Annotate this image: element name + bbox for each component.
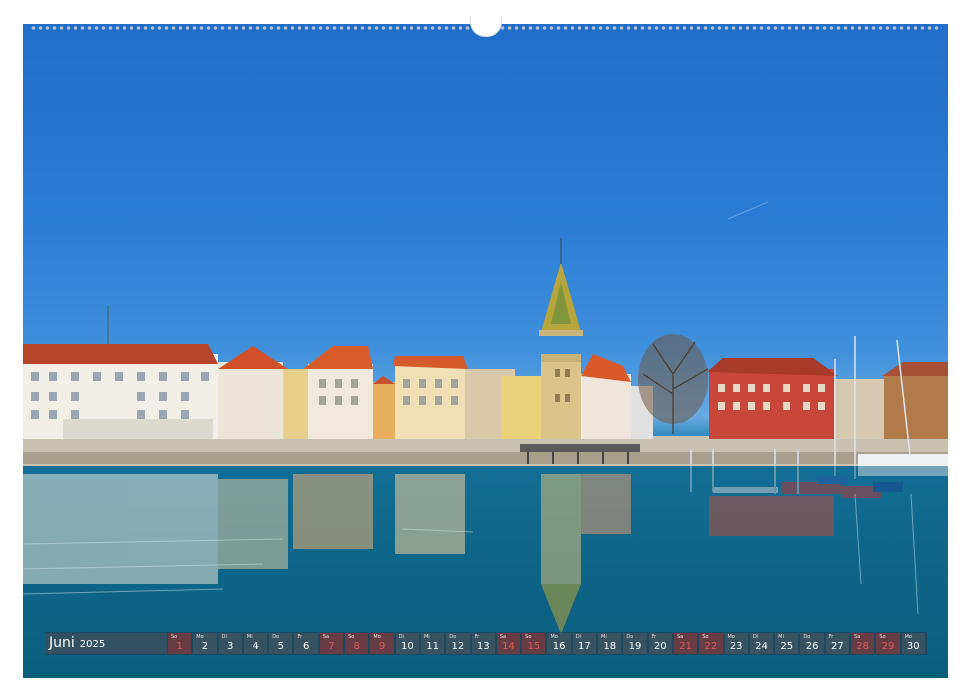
day-number: 11: [426, 641, 439, 652]
day-cell: Fr 27: [825, 633, 850, 654]
day-number: 21: [679, 641, 692, 652]
day-cell: Di 10: [395, 633, 419, 654]
day-cell: Mo 23: [724, 633, 748, 654]
day-cell: Fr 13: [471, 633, 495, 654]
day-cell: Sa 21: [673, 633, 698, 654]
day-cell: Sa 14: [496, 633, 521, 654]
day-number: 2: [201, 641, 209, 652]
month-label: Juni 2025: [45, 633, 167, 654]
day-cell: So 1: [168, 633, 192, 654]
day-number: 12: [451, 641, 465, 652]
day-cell: Do 26: [800, 633, 824, 654]
day-cell: Do 19: [623, 633, 647, 654]
day-cell: Di 24: [749, 633, 774, 654]
day-number: 14: [502, 641, 515, 652]
day-cell: So 8: [345, 633, 369, 654]
day-number: 9: [378, 641, 386, 652]
day-cell: Do 12: [446, 633, 470, 654]
day-cell: So 29: [876, 633, 900, 654]
day-number: 3: [227, 641, 234, 652]
day-number: 6: [302, 641, 310, 652]
day-cell: Mi 18: [598, 633, 622, 654]
month-name: Juni: [49, 635, 75, 651]
day-cell: Mo 2: [193, 633, 217, 654]
day-cell: Mo 30: [901, 633, 925, 654]
day-cell: Mo 9: [370, 633, 394, 654]
day-number: 28: [856, 641, 870, 652]
day-cell: Sa 28: [851, 633, 875, 654]
day-cell: Sa 7: [319, 633, 344, 654]
day-cell: Mo 16: [547, 633, 571, 654]
day-number: 23: [729, 641, 743, 652]
day-number: 5: [277, 641, 285, 652]
day-number: 15: [527, 641, 541, 652]
day-cell: Fr 6: [294, 633, 318, 654]
year-label: 2025: [79, 639, 106, 650]
day-cell: Do 5: [269, 633, 293, 654]
day-number: 20: [653, 641, 667, 652]
day-cell: Mi 25: [775, 633, 799, 654]
calendar-page: Juni 2025 So 1 Mo 2 Di 3 Mi 4 Do 5 Fr 6 Sa 7 So 8 Mo 9 Di 1…: [0, 0, 971, 700]
day-number: 19: [628, 641, 642, 652]
day-number: 27: [831, 641, 844, 652]
day-number: 8: [353, 641, 360, 652]
day-number: 16: [552, 641, 566, 652]
day-number: 25: [780, 641, 794, 652]
day-cells: So 1 Mo 2 Di 3 Mi 4 Do 5 Fr 6 Sa 7 So 8 Mo 9 Di 10 Mi 11 Do 12 F…: [168, 633, 925, 654]
day-number: 29: [881, 641, 895, 652]
harbour-illustration: [23, 201, 948, 678]
day-cell: Mi 11: [420, 633, 445, 654]
day-number: 13: [476, 641, 490, 652]
day-number: 17: [578, 641, 591, 652]
day-cell: So 22: [699, 633, 723, 654]
day-cell: Di 17: [572, 633, 597, 654]
day-cell: So 15: [522, 633, 546, 654]
calendar-strip: Juni 2025 So 1 Mo 2 Di 3 Mi 4 Do 5 Fr 6 Sa 7 So 8 Mo 9 Di 1…: [45, 632, 927, 655]
day-number: 7: [328, 641, 335, 652]
day-number: 26: [805, 641, 819, 652]
day-cell: Mi 4: [243, 633, 268, 654]
harbour-photo: [23, 24, 948, 678]
day-number: 1: [176, 641, 183, 652]
day-cell: Fr 20: [648, 633, 672, 654]
day-number: 22: [704, 641, 718, 652]
day-number: 24: [755, 641, 768, 652]
day-number: 4: [252, 641, 259, 652]
day-cell: Di 3: [218, 633, 242, 654]
day-number: 30: [906, 641, 920, 652]
day-number: 18: [603, 641, 617, 652]
day-number: 10: [400, 641, 414, 652]
